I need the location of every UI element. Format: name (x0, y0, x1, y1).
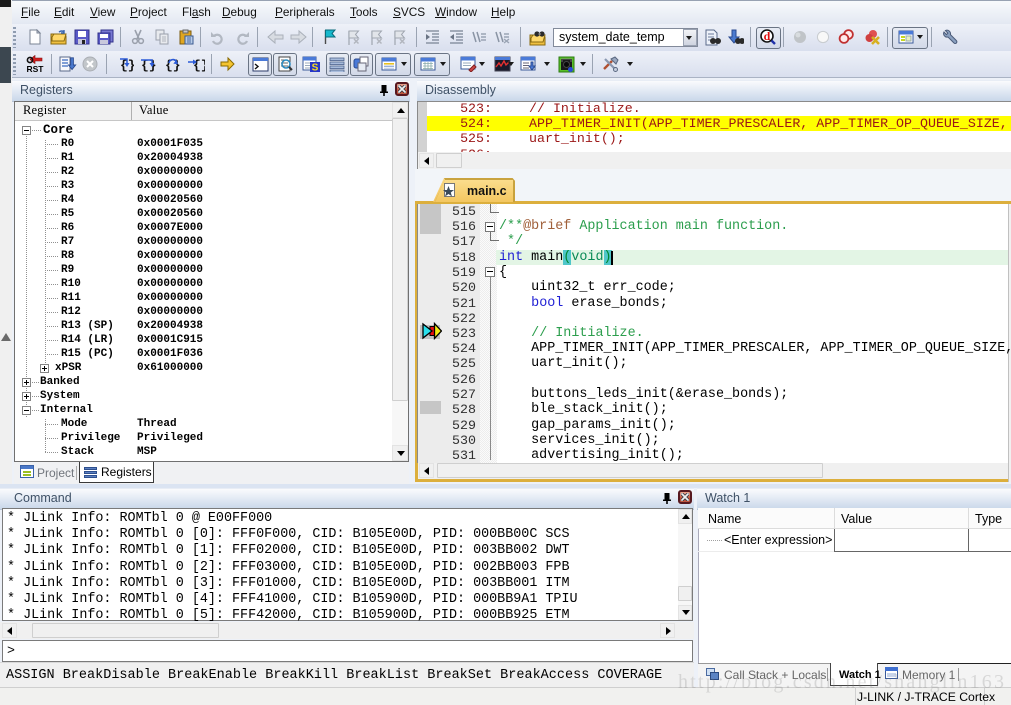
svg-text:{}: {} (193, 58, 205, 73)
svg-text:d: d (764, 29, 771, 43)
svg-text:S: S (312, 63, 319, 74)
svg-text:RST: RST (27, 64, 45, 73)
